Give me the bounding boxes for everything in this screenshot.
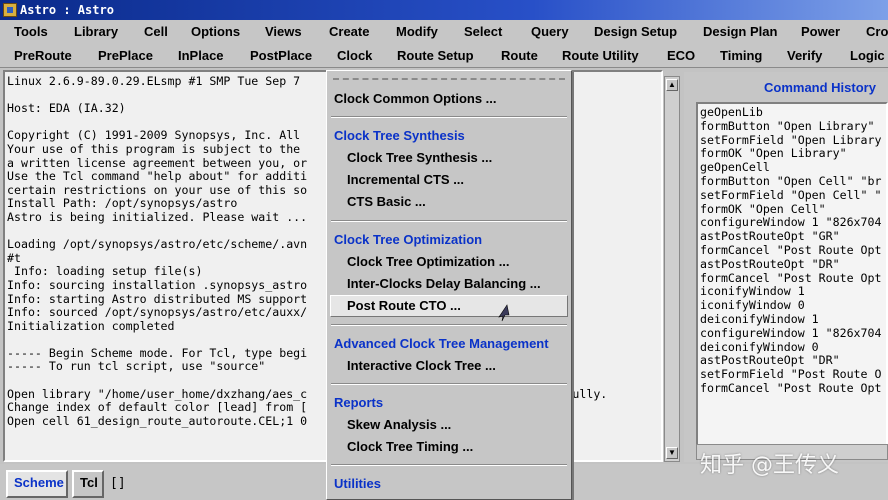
menu-route[interactable]: Route: [501, 48, 538, 63]
menu-item-interactive-clock-tree[interactable]: Interactive Clock Tree ...: [347, 358, 496, 373]
menu-preplace[interactable]: PrePlace: [98, 48, 153, 63]
menu-create[interactable]: Create: [329, 24, 369, 39]
menu-item-cto[interactable]: Clock Tree Optimization ...: [347, 254, 510, 269]
menu-separator: [331, 324, 567, 326]
menu-eco[interactable]: ECO: [667, 48, 695, 63]
menu-query[interactable]: Query: [531, 24, 569, 39]
menu-timing[interactable]: Timing: [720, 48, 762, 63]
main-menubar: Tools Library Cell Options Views Create …: [0, 20, 888, 44]
menu-item-cts-basic[interactable]: CTS Basic ...: [347, 194, 426, 209]
menu-separator: [331, 220, 567, 222]
clock-menu-dropdown: Clock Common Options ... Clock Tree Synt…: [326, 70, 572, 500]
window-title: Astro : Astro: [20, 3, 114, 17]
menu-section-advanced: Advanced Clock Tree Management: [334, 336, 549, 351]
watermark: 知乎 @王传义: [700, 453, 839, 478]
menu-separator: [331, 383, 567, 385]
command-history-text: geOpenLib formButton "Open Library" setF…: [700, 105, 882, 395]
command-history-list[interactable]: geOpenLib formButton "Open Library" setF…: [696, 102, 888, 460]
menu-design-plan[interactable]: Design Plan: [703, 24, 777, 39]
menu-section-cto: Clock Tree Optimization: [334, 232, 483, 247]
menu-verify[interactable]: Verify: [787, 48, 822, 63]
menu-item-skew-analysis[interactable]: Skew Analysis ...: [347, 417, 451, 432]
menu-route-utility[interactable]: Route Utility: [562, 48, 639, 63]
flow-menubar: PreRoute PrePlace InPlace PostPlace Cloc…: [0, 44, 888, 68]
menu-item-incremental-cts[interactable]: Incremental CTS ...: [347, 172, 464, 187]
menu-postplace[interactable]: PostPlace: [250, 48, 312, 63]
menu-separator: [331, 116, 567, 118]
tab-tcl[interactable]: Tcl: [72, 470, 104, 498]
menu-route-setup[interactable]: Route Setup: [397, 48, 474, 63]
menu-item-clock-common-options[interactable]: Clock Common Options ...: [334, 91, 497, 106]
menu-item-clock-tree-timing[interactable]: Clock Tree Timing ...: [347, 439, 473, 454]
menu-library[interactable]: Library: [74, 24, 118, 39]
command-history-title: Command History: [764, 80, 876, 95]
app-icon: [3, 3, 17, 17]
menu-item-inter-clocks[interactable]: Inter-Clocks Delay Balancing ...: [347, 276, 541, 291]
scroll-down-arrow-icon[interactable]: ▼: [666, 447, 678, 459]
window-titlebar[interactable]: Astro : Astro: [0, 0, 888, 20]
menu-item-cts[interactable]: Clock Tree Synthesis ...: [347, 150, 492, 165]
tab-scheme[interactable]: Scheme: [6, 470, 68, 498]
menu-power[interactable]: Power: [801, 24, 840, 39]
scroll-up-arrow-icon[interactable]: ▲: [666, 79, 678, 91]
menu-design-setup[interactable]: Design Setup: [594, 24, 677, 39]
menu-select[interactable]: Select: [464, 24, 502, 39]
menu-inplace[interactable]: InPlace: [178, 48, 224, 63]
tearoff-line[interactable]: [333, 78, 565, 80]
command-history-panel: Command History geOpenLib formButton "Op…: [684, 72, 888, 462]
menu-tools[interactable]: Tools: [14, 24, 48, 39]
mouse-pointer-icon: [498, 304, 510, 322]
menu-section-reports: Reports: [334, 395, 384, 410]
console-scrollbar[interactable]: ▲ ▼: [664, 76, 680, 462]
menu-views[interactable]: Views: [265, 24, 302, 39]
menu-options[interactable]: Options: [191, 24, 240, 39]
menu-section-utilities: Utilities: [334, 476, 381, 491]
menu-logic[interactable]: Logic: [850, 48, 885, 63]
command-input[interactable]: []: [110, 476, 126, 491]
menu-modify[interactable]: Modify: [396, 24, 438, 39]
menu-clock[interactable]: Clock: [337, 48, 372, 63]
menu-section-cts: Clock Tree Synthesis: [334, 128, 465, 143]
menu-cell[interactable]: Cell: [144, 24, 168, 39]
menu-separator: [331, 464, 567, 466]
menu-preroute[interactable]: PreRoute: [14, 48, 72, 63]
menu-item-post-route-cto[interactable]: Post Route CTO ...: [347, 298, 461, 313]
menu-cro[interactable]: Cro: [866, 24, 888, 39]
